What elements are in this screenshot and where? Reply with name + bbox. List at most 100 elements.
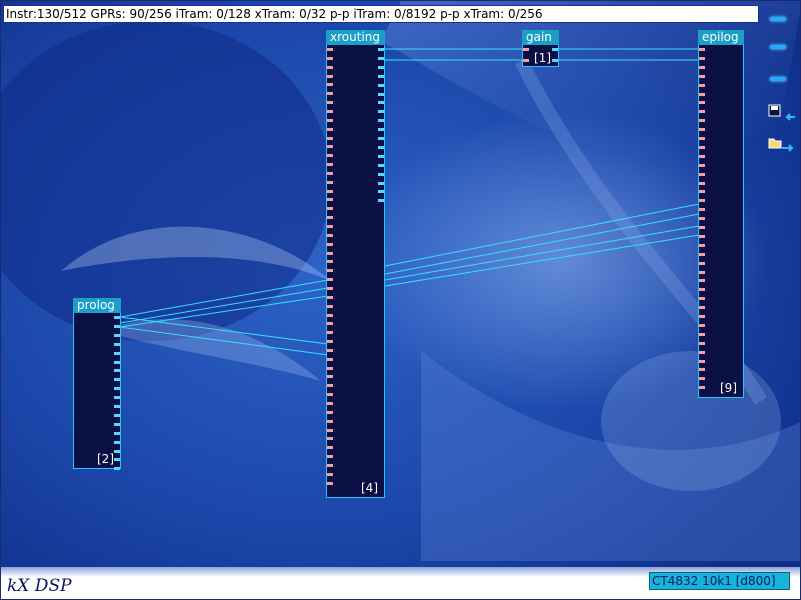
- output-pin[interactable]: [114, 405, 120, 408]
- input-pin[interactable]: [327, 207, 333, 211]
- input-pin[interactable]: [327, 393, 333, 397]
- input-pin[interactable]: [699, 128, 705, 132]
- output-pin[interactable]: [114, 387, 120, 391]
- output-pin[interactable]: [114, 422, 120, 426]
- input-pin[interactable]: [327, 348, 333, 352]
- wire[interactable]: [384, 225, 700, 281]
- input-pin[interactable]: [327, 366, 333, 370]
- input-pin[interactable]: [699, 154, 705, 158]
- output-pin[interactable]: [378, 56, 384, 60]
- block-title[interactable]: prolog: [73, 298, 121, 313]
- output-pin[interactable]: [378, 101, 384, 105]
- input-pin[interactable]: [327, 340, 333, 344]
- output-pin[interactable]: [552, 59, 558, 62]
- output-pin[interactable]: [114, 316, 120, 319]
- output-pin[interactable]: [378, 181, 384, 185]
- input-pin[interactable]: [327, 216, 333, 220]
- input-pin[interactable]: [699, 119, 705, 123]
- xrouting-block[interactable]: xrouting [4]: [326, 30, 385, 498]
- input-pin[interactable]: [327, 145, 333, 149]
- input-pin[interactable]: [327, 419, 333, 423]
- input-pin[interactable]: [699, 83, 705, 87]
- output-pin[interactable]: [378, 145, 384, 149]
- input-pin[interactable]: [327, 278, 333, 282]
- prolog-block[interactable]: prolog [2]: [73, 298, 121, 471]
- input-pin[interactable]: [699, 208, 705, 212]
- input-pin[interactable]: [327, 463, 333, 467]
- input-pin[interactable]: [699, 145, 705, 149]
- input-pin[interactable]: [699, 181, 705, 185]
- output-pin[interactable]: [378, 128, 384, 132]
- input-pin[interactable]: [327, 481, 333, 485]
- input-pin[interactable]: [327, 233, 333, 237]
- input-pin[interactable]: [327, 322, 333, 326]
- block-title[interactable]: epilog: [698, 30, 744, 45]
- input-pin[interactable]: [699, 65, 705, 69]
- input-pin[interactable]: [699, 48, 705, 51]
- input-pin[interactable]: [327, 136, 333, 140]
- input-pin[interactable]: [327, 48, 333, 51]
- output-pin[interactable]: [114, 458, 120, 462]
- output-pin[interactable]: [114, 360, 120, 364]
- input-pin[interactable]: [327, 154, 333, 158]
- input-pin[interactable]: [327, 295, 333, 299]
- input-pin[interactable]: [327, 180, 333, 184]
- input-pin[interactable]: [327, 304, 333, 308]
- output-pin[interactable]: [114, 378, 120, 382]
- input-pin[interactable]: [327, 286, 333, 290]
- input-pin[interactable]: [327, 455, 333, 459]
- output-pin[interactable]: [114, 342, 120, 346]
- input-pin[interactable]: [327, 74, 333, 78]
- input-pin[interactable]: [327, 225, 333, 228]
- wire[interactable]: [119, 326, 329, 356]
- input-pin[interactable]: [327, 118, 333, 122]
- input-pin[interactable]: [699, 92, 705, 96]
- input-pin[interactable]: [327, 189, 333, 193]
- input-pin[interactable]: [327, 410, 333, 414]
- output-pin[interactable]: [378, 74, 384, 78]
- input-pin[interactable]: [699, 101, 705, 105]
- input-pin[interactable]: [327, 428, 333, 432]
- output-pin[interactable]: [378, 48, 384, 51]
- output-pin[interactable]: [378, 110, 384, 114]
- output-pin[interactable]: [114, 467, 120, 471]
- input-pin[interactable]: [327, 127, 333, 131]
- input-pin[interactable]: [699, 234, 705, 238]
- wire[interactable]: [384, 234, 700, 287]
- output-pin[interactable]: [114, 440, 120, 444]
- output-pin[interactable]: [114, 369, 120, 373]
- input-pin[interactable]: [699, 199, 705, 203]
- input-pin[interactable]: [327, 384, 333, 388]
- input-pin[interactable]: [327, 472, 333, 476]
- input-pin[interactable]: [699, 368, 705, 372]
- input-pin[interactable]: [699, 252, 705, 256]
- input-pin[interactable]: [327, 357, 333, 361]
- output-pin[interactable]: [552, 48, 558, 51]
- input-pin[interactable]: [327, 269, 333, 273]
- input-pin[interactable]: [327, 83, 333, 87]
- input-pin[interactable]: [699, 306, 705, 310]
- input-pin[interactable]: [327, 437, 333, 441]
- input-pin[interactable]: [327, 65, 333, 69]
- input-pin[interactable]: [327, 402, 333, 405]
- input-pin[interactable]: [699, 377, 705, 381]
- output-pin[interactable]: [378, 83, 384, 87]
- input-pin[interactable]: [699, 350, 705, 354]
- output-pin[interactable]: [378, 119, 384, 123]
- output-pin[interactable]: [114, 333, 120, 337]
- input-pin[interactable]: [699, 172, 705, 176]
- input-pin[interactable]: [327, 242, 333, 246]
- output-pin[interactable]: [378, 154, 384, 158]
- input-pin[interactable]: [523, 59, 529, 62]
- input-pin[interactable]: [327, 163, 333, 167]
- output-pin[interactable]: [378, 92, 384, 96]
- output-pin[interactable]: [378, 65, 384, 69]
- input-pin[interactable]: [699, 341, 705, 345]
- input-pin[interactable]: [699, 217, 705, 221]
- input-pin[interactable]: [699, 270, 705, 274]
- output-pin[interactable]: [114, 396, 120, 400]
- input-pin[interactable]: [327, 56, 333, 60]
- input-pin[interactable]: [327, 109, 333, 113]
- epilog-block[interactable]: epilog [9]: [698, 30, 744, 398]
- block-title[interactable]: gain: [522, 30, 559, 45]
